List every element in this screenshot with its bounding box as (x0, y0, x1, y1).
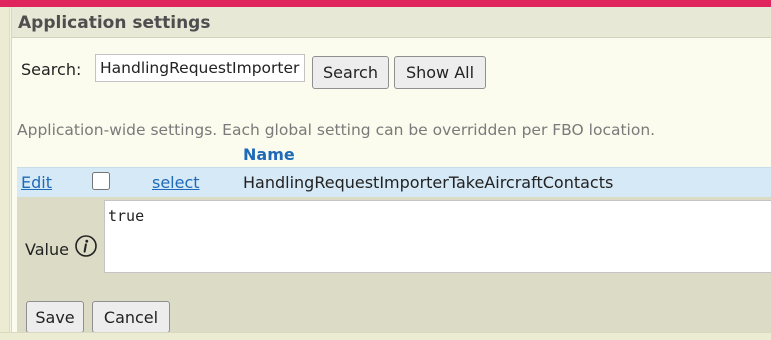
setting-edit-area: Value true Save Cancel (17, 197, 771, 333)
search-input[interactable] (95, 54, 305, 82)
edit-link[interactable]: Edit (21, 173, 52, 192)
show-all-button[interactable]: Show All (394, 56, 486, 89)
value-label: Value (25, 240, 69, 259)
left-margin-strip (0, 7, 10, 339)
panel-title: Application settings (18, 13, 211, 33)
cancel-button[interactable]: Cancel (92, 301, 170, 333)
application-settings-panel: Application settings Search: Search Show… (11, 7, 771, 333)
row-checkbox[interactable] (92, 172, 110, 190)
table-row: Edit select HandlingRequestImporterTakeA… (17, 167, 771, 198)
search-button[interactable]: Search (312, 56, 389, 89)
settings-description: Application-wide settings. Each global s… (17, 121, 656, 139)
info-icon[interactable] (74, 234, 98, 258)
top-accent-bar (0, 0, 771, 7)
setting-name: HandlingRequestImporterTakeAircraftConta… (243, 173, 614, 192)
value-textarea[interactable]: true (104, 200, 771, 273)
search-label: Search: (21, 60, 82, 79)
panel-header: Application settings (12, 7, 771, 38)
column-header-name[interactable]: Name (243, 145, 295, 164)
select-link[interactable]: select (152, 173, 200, 192)
save-button[interactable]: Save (26, 301, 84, 333)
